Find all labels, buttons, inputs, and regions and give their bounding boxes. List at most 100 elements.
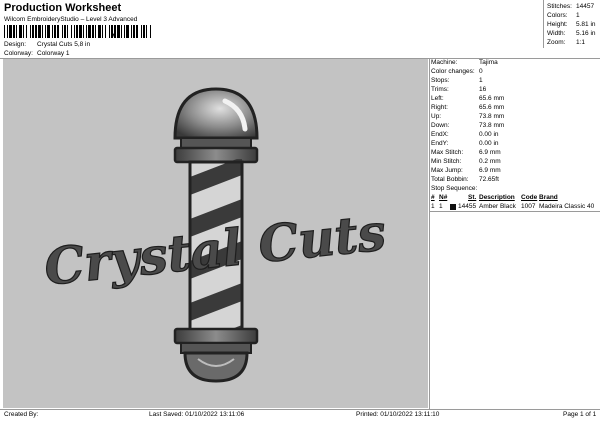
worksheet-title: Production Worksheet — [4, 2, 122, 14]
barcode-mark: , — [112, 27, 115, 37]
barcode-bar — [26, 25, 27, 38]
stats-divider — [543, 0, 544, 48]
design-value: Crystal Cuts 5,8 in — [37, 41, 91, 48]
upper-cap — [173, 146, 259, 164]
machine-stat-label: Min Stitch: — [431, 158, 462, 165]
stat-value: 5.81 in — [576, 21, 596, 28]
stat-value: 5.16 in — [576, 30, 596, 37]
barcode-bar — [76, 25, 78, 38]
barcode-bar — [23, 25, 24, 38]
col-header-description: Description — [479, 194, 515, 201]
created-by: Created By: — [4, 411, 39, 418]
machine-stat-label: Stops: — [431, 77, 450, 84]
stat-value: 1 — [576, 12, 580, 19]
stop-sequence-label: Stop Sequence: — [431, 185, 478, 192]
barcode — [4, 25, 151, 38]
barcode-bar — [79, 25, 82, 38]
machine-stat-value: 0.00 in — [479, 131, 499, 138]
row-stitches: 14455 — [458, 203, 477, 210]
col-header-n: N# — [439, 194, 448, 201]
barcode-bar — [133, 25, 135, 38]
barcode-bar — [52, 25, 53, 38]
col-header-brand: Brand — [539, 194, 558, 201]
stat-value: 14457 — [576, 3, 595, 10]
barcode-bar — [88, 25, 91, 38]
machine-stat-label: Color changes: — [431, 68, 475, 75]
barcode-bar — [64, 25, 66, 38]
barcode-bar — [42, 25, 43, 38]
footer-divider — [0, 409, 600, 410]
barcode-bar — [30, 25, 31, 38]
stat-label: Stitches: — [547, 3, 572, 10]
machine-stat-label: Up: — [431, 113, 442, 120]
barcode-bar — [121, 25, 122, 38]
software-name: Wilcom EmbroideryStudio – Level 3 Advanc… — [4, 16, 138, 23]
machine-stat-label: Max Stitch: — [431, 149, 464, 156]
machine-stat-value: 72.65ft — [479, 176, 499, 183]
barcode-bar — [19, 25, 22, 38]
barcode-bar — [35, 25, 37, 38]
row-description: Amber Black — [479, 203, 516, 210]
barcode-bar — [32, 25, 34, 38]
barcode-bar — [83, 25, 84, 38]
barcode-bar — [47, 25, 50, 38]
page-number: Page 1 of 1 — [563, 411, 597, 418]
machine-stat-label: EndY: — [431, 140, 449, 147]
barcode-bar — [74, 25, 75, 38]
barcode-bar — [62, 25, 63, 38]
stat-label: Width: — [547, 30, 566, 37]
barber-pole-artwork: Crystal Cuts — [41, 87, 389, 383]
barcode-bar — [67, 25, 68, 38]
machine-stat-value: 1 — [479, 77, 483, 84]
machine-stat-value: 6.9 mm — [479, 167, 501, 174]
machine-stat-value: 0.00 in — [479, 140, 499, 147]
barcode-bar — [16, 25, 17, 38]
machine-stat-label: Max Jump: — [431, 167, 463, 174]
barcode-bar — [98, 25, 101, 38]
barcode-bar — [141, 25, 142, 38]
barcode-bar — [9, 25, 12, 38]
barcode-bar — [109, 25, 110, 38]
barcode-bar — [143, 25, 145, 38]
stat-label: Height: — [547, 21, 568, 28]
barcode-bar — [150, 25, 151, 38]
machine-stat-value: 0.2 mm — [479, 158, 501, 165]
barcode-bar — [71, 25, 72, 38]
barcode-bar — [117, 25, 120, 38]
row-num: 1 — [431, 203, 435, 210]
stat-label: Colors: — [547, 12, 568, 19]
row-code: 1007 — [521, 203, 536, 210]
machine-stat-label: Trims: — [431, 86, 449, 93]
machine-stat-value: 73.8 mm — [479, 122, 505, 129]
barcode-bar — [92, 25, 94, 38]
barcode-bar — [7, 25, 8, 38]
machine-stat-value: 65.6 mm — [479, 104, 505, 111]
barcode-bar — [95, 25, 96, 38]
barcode-bar — [45, 25, 46, 38]
lower-cap — [173, 327, 259, 345]
barcode-bar — [4, 25, 5, 38]
barcode-bar — [86, 25, 87, 38]
row-brand: Madeira Classic 40 — [539, 203, 595, 210]
barcode-bar — [13, 25, 15, 38]
col-header-stitches: St. — [468, 194, 477, 201]
stat-value: 1:1 — [576, 39, 586, 46]
stop-table-divider — [430, 211, 600, 212]
machine-stat-value: 65.6 mm — [479, 95, 505, 102]
machine-stat-value: 6.9 mm — [479, 149, 501, 156]
printed-date: Printed: 01/10/2022 13:11:10 — [356, 411, 440, 418]
machine-stat-label: Left: — [431, 95, 444, 102]
production-worksheet: Production Worksheet Wilcom EmbroiderySt… — [0, 0, 600, 424]
stat-label: Zoom: — [547, 39, 566, 46]
colorway-label: Colorway: — [4, 50, 33, 57]
barcode-bar — [126, 25, 129, 38]
machine-stat-value: 73.8 mm — [479, 113, 505, 120]
upper-cap-neck — [180, 137, 252, 149]
machine-stat-value: 16 — [479, 86, 487, 93]
barcode-bar — [102, 25, 103, 38]
barcode-bar — [38, 25, 41, 38]
barcode-bar — [54, 25, 56, 38]
barcode-bar — [146, 25, 147, 38]
barcode-bar — [57, 25, 59, 38]
thread-color-swatch — [450, 203, 456, 210]
